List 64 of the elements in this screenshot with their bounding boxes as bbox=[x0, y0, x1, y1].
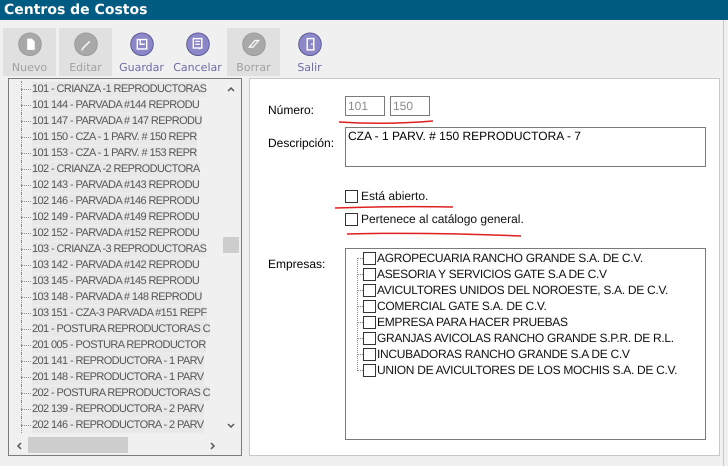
tree-item[interactable]: 103 145 - PARVADA #145 REPRODU bbox=[32, 274, 200, 288]
number-field[interactable]: 150 bbox=[390, 96, 430, 116]
checkbox[interactable] bbox=[363, 364, 376, 376]
tree-item[interactable]: 103 142 - PARVADA #142 REPRODU bbox=[32, 258, 200, 272]
company-label: EMPRESA PARA HACER PRUEBAS bbox=[377, 314, 568, 330]
toolbar-button[interactable]: Guardar bbox=[115, 28, 168, 76]
eraser-icon bbox=[240, 32, 266, 56]
scroll-right-icon[interactable] bbox=[210, 442, 216, 450]
window-title: Centros de Costos bbox=[4, 0, 148, 20]
checkbox[interactable] bbox=[363, 316, 376, 328]
company-label: ASESORIA Y SERVICIOS GATE S.A DE C.V bbox=[377, 266, 607, 282]
tree-item[interactable]: 201 - POSTURA REPRODUCTORAS C bbox=[32, 322, 210, 336]
toolbar-button[interactable]: Cancelar bbox=[171, 28, 224, 76]
tree-item[interactable]: 103 148 - PARVADA # 148 REPRODU bbox=[32, 290, 202, 304]
scroll-left-icon[interactable] bbox=[16, 442, 22, 450]
document-icon bbox=[184, 32, 210, 56]
tree-item[interactable]: 101 150 - CZA - 1 PARV. # 150 REPR bbox=[32, 130, 197, 144]
checkbox[interactable] bbox=[345, 212, 358, 226]
checkbox[interactable] bbox=[363, 348, 376, 360]
checkbox[interactable] bbox=[363, 284, 376, 296]
checkbox[interactable] bbox=[363, 252, 376, 264]
tree-item[interactable]: 202 146 - REPRODUCTORA - 2 PARV bbox=[32, 418, 204, 432]
company-label: AGROPECUARIA RANCHO GRANDE S.A. DE C.V. bbox=[377, 250, 643, 266]
scrollbar-thumb[interactable] bbox=[223, 237, 239, 253]
field-label: Número: bbox=[268, 102, 314, 119]
tree-item[interactable]: 102 146 - PARVADA #146 REPRODU bbox=[32, 194, 200, 208]
scroll-down-icon[interactable] bbox=[227, 423, 235, 429]
tree-item[interactable]: 101 - CRIANZA -1 REPRODUCTORAS bbox=[32, 82, 206, 96]
description-field[interactable]: CZA - 1 PARV. # 150 REPRODUCTORA - 7 bbox=[345, 127, 706, 167]
scrollbar-thumb[interactable] bbox=[28, 437, 128, 453]
pencil-icon bbox=[72, 32, 98, 56]
checkbox[interactable] bbox=[345, 190, 358, 202]
company-label: INCUBADORAS RANCHO GRANDE S.A DE C.V bbox=[377, 346, 630, 362]
company-label: GRANJAS AVICOLAS RANCHO GRANDE S.P.R. DE R.L. bbox=[377, 330, 674, 346]
company-label: COMERCIAL GATE S.A. DE C.V. bbox=[377, 298, 546, 314]
tree-item[interactable]: 102 - CRIANZA -2 REPRODUCTORA bbox=[32, 162, 200, 176]
tree-item[interactable]: 201 141 - REPRODUCTORA - 1 PARV bbox=[32, 354, 204, 368]
toolbar-button[interactable]: Salir bbox=[283, 28, 336, 76]
door-icon bbox=[296, 32, 322, 56]
document-icon bbox=[16, 32, 42, 56]
tree-item[interactable]: 102 149 - PARVADA #149 REPRODU bbox=[32, 210, 200, 224]
field-label: Empresas: bbox=[268, 256, 326, 273]
tree-item[interactable]: 101 144 - PARVADA #144 REPRODU bbox=[32, 98, 200, 112]
checkbox[interactable] bbox=[363, 332, 376, 344]
checkbox-label: Está abierto. bbox=[361, 189, 428, 203]
tree-item[interactable]: 101 147 - PARVADA # 147 REPRODU bbox=[32, 114, 202, 128]
number-field[interactable]: 101 bbox=[345, 96, 385, 116]
tree-item[interactable]: 103 151 - CZA-3 PARVADA #151 REPF bbox=[32, 306, 207, 320]
tree-item[interactable]: 103 - CRIANZA -3 REPRODUCTORAS bbox=[32, 242, 206, 256]
tree-item[interactable]: 101 153 - CZA - 1 PARV. # 153 REPR bbox=[32, 146, 197, 160]
company-label: UNION DE AVICULTORES DE LOS MOCHIS S.A. DE C.V. bbox=[377, 362, 678, 378]
scroll-up-icon[interactable] bbox=[227, 86, 235, 92]
checkbox[interactable] bbox=[363, 300, 376, 312]
tree-item[interactable]: 102 152 - PARVADA #152 REPRODU bbox=[32, 226, 200, 240]
tree-item[interactable]: 102 143 - PARVADA #143 REPRODU bbox=[32, 178, 200, 192]
field-label: Descripción: bbox=[268, 135, 334, 152]
tree-item[interactable]: 201 005 - POSTURA REPRODUCTOR bbox=[32, 338, 206, 352]
tree-item[interactable]: 202 - POSTURA REPRODUCTORAS C bbox=[32, 386, 210, 400]
tree-item[interactable]: 202 139 - REPRODUCTORA - 2 PARV bbox=[32, 402, 204, 416]
checkbox-label: Pertenece al catálogo general. bbox=[361, 212, 524, 226]
floppy-icon bbox=[128, 32, 154, 56]
company-label: AVICULTORES UNIDOS DEL NOROESTE, S.A. DE C.V. bbox=[377, 282, 668, 298]
tree-item[interactable]: 201 148 - REPRODUCTORA - 1 PARV bbox=[32, 370, 204, 384]
checkbox[interactable] bbox=[363, 268, 376, 280]
